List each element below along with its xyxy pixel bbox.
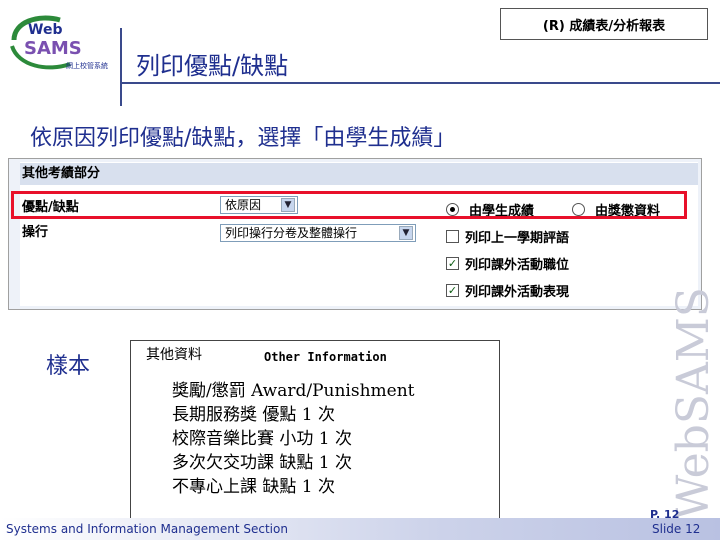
checkbox-unchecked-icon[interactable] — [446, 230, 459, 243]
checkbox-eca-posts[interactable]: ✓ 列印課外活動職位 — [446, 254, 569, 273]
row-label-conduct: 操行 — [22, 225, 49, 240]
header-horizontal-rule — [120, 82, 720, 84]
sample-line: 長期服務獎 優點 1 次 — [172, 405, 336, 425]
checkbox-label: 列印課外活動職位 — [465, 258, 570, 273]
sample-label: 樣本 — [46, 354, 91, 379]
conduct-select-value: 列印操行分卷及整體操行 — [225, 226, 358, 240]
websams-logo: Web SAMS 網上校管系統 — [8, 10, 120, 74]
page-title: 列印優點/缺點 — [136, 52, 289, 80]
highlight-box — [11, 191, 687, 219]
header-vertical-rule — [120, 28, 122, 106]
sample-line: 多次欠交功課 缺點 1 次 — [172, 453, 353, 473]
sample-title-zh: 其他資料 — [146, 347, 202, 363]
chevron-down-icon[interactable]: ▼ — [399, 226, 413, 240]
slide-number: Slide 12 — [652, 522, 701, 536]
sample-line: 校際音樂比賽 小功 1 次 — [172, 429, 353, 449]
page-number: P. 12 — [650, 508, 680, 521]
instruction-text: 依原因列印優點/缺點，選擇「由學生成績」 — [30, 126, 456, 151]
conduct-select[interactable]: 列印操行分卷及整體操行 ▼ — [220, 224, 416, 242]
panel-header: 其他考績部分 — [20, 163, 698, 185]
section-tag: (R) 成績表/分析報表 — [500, 8, 708, 40]
sample-title-en: Other Information — [264, 350, 387, 364]
websams-watermark: WebSAMS — [668, 287, 719, 520]
sample-line: 獎勵/懲罰 Award/Punishment — [172, 381, 415, 401]
checkbox-label: 列印課外活動表現 — [465, 285, 570, 300]
checkbox-checked-icon[interactable]: ✓ — [446, 257, 459, 270]
footer-org-text: Systems and Information Management Secti… — [6, 522, 288, 536]
checkbox-checked-icon[interactable]: ✓ — [446, 284, 459, 297]
logo-sams-text: SAMS — [24, 38, 82, 59]
sample-line: 不專心上課 缺點 1 次 — [172, 477, 336, 497]
logo-web-text: Web — [28, 22, 62, 38]
checkbox-eca-performance[interactable]: ✓ 列印課外活動表現 — [446, 281, 569, 300]
checkbox-label: 列印上一學期評語 — [465, 231, 570, 246]
logo-subtext: 網上校管系統 — [66, 61, 108, 70]
checkbox-previous-term-comments[interactable]: 列印上一學期評語 — [446, 227, 569, 246]
